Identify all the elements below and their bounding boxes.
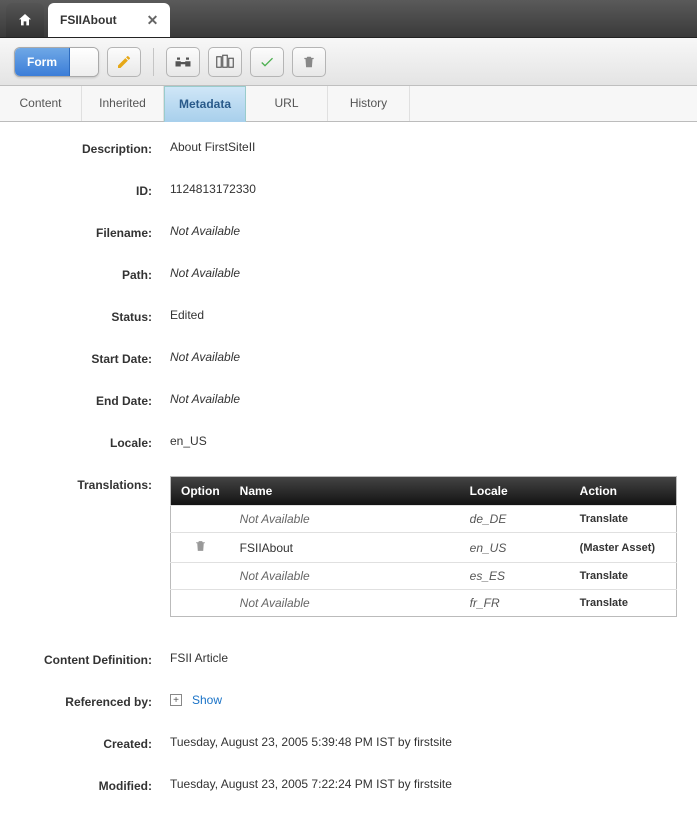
field-label: Locale: xyxy=(20,434,170,450)
field-label: Filename: xyxy=(20,224,170,240)
field-referenced-by: Referenced by: + Show xyxy=(20,693,677,709)
table-row: Not Availablees_ESTranslate xyxy=(171,563,677,590)
field-filename: Filename: Not Available xyxy=(20,224,677,240)
tab-inherited[interactable]: Inherited xyxy=(82,86,164,121)
field-label: End Date: xyxy=(20,392,170,408)
field-value: en_US xyxy=(170,434,677,448)
row-option xyxy=(171,506,230,533)
field-label: Modified: xyxy=(20,777,170,793)
inspect-button[interactable] xyxy=(166,47,200,77)
close-icon[interactable]: ✕ xyxy=(147,12,159,29)
toolbar: Form xyxy=(0,38,697,86)
col-action: Action xyxy=(570,477,677,506)
col-option: Option xyxy=(171,477,230,506)
field-value: FSII Article xyxy=(170,651,677,665)
field-value: Not Available xyxy=(170,224,677,238)
row-action[interactable]: Translate xyxy=(570,563,677,590)
row-action[interactable]: Translate xyxy=(570,506,677,533)
row-name: Not Available xyxy=(230,563,460,590)
field-label: Path: xyxy=(20,266,170,282)
tab-history[interactable]: History xyxy=(328,86,410,121)
edit-button[interactable] xyxy=(107,47,141,77)
row-option[interactable] xyxy=(171,533,230,563)
form-toggle-label: Form xyxy=(15,48,70,76)
field-value: Not Available xyxy=(170,392,677,406)
approve-button[interactable] xyxy=(250,47,284,77)
row-locale: de_DE xyxy=(460,506,570,533)
field-label: Status: xyxy=(20,308,170,324)
field-value: Not Available xyxy=(170,350,677,364)
col-name: Name xyxy=(230,477,460,506)
pencil-icon xyxy=(116,54,132,70)
table-header-row: Option Name Locale Action xyxy=(171,477,677,506)
field-id: ID: 1124813172330 xyxy=(20,182,677,198)
check-icon xyxy=(258,54,276,70)
field-label: Created: xyxy=(20,735,170,751)
row-option xyxy=(171,563,230,590)
tab-metadata[interactable]: Metadata xyxy=(164,86,246,122)
trash-icon xyxy=(302,54,316,70)
page-tab-title: FSIIAbout xyxy=(60,13,117,27)
table-row: FSIIAbouten_US(Master Asset) xyxy=(171,533,677,563)
devices-icon xyxy=(216,54,234,70)
home-tab[interactable] xyxy=(6,3,44,37)
field-label: Referenced by: xyxy=(20,693,170,709)
expand-icon[interactable]: + xyxy=(170,694,182,706)
row-locale: es_ES xyxy=(460,563,570,590)
field-label: Description: xyxy=(20,140,170,156)
field-value: + Show xyxy=(170,693,677,707)
field-value: Edited xyxy=(170,308,677,322)
row-option xyxy=(171,590,230,617)
field-translations: Translations: Option Name Locale Action … xyxy=(20,476,677,617)
show-link[interactable]: Show xyxy=(192,693,222,707)
row-locale: en_US xyxy=(460,533,570,563)
field-label: Translations: xyxy=(20,476,170,492)
page-tab[interactable]: FSIIAbout ✕ xyxy=(48,3,170,37)
table-row: Not Availablede_DETranslate xyxy=(171,506,677,533)
row-action: (Master Asset) xyxy=(570,533,677,563)
preview-button[interactable] xyxy=(208,47,242,77)
field-value: About FirstSiteII xyxy=(170,140,677,154)
binoculars-icon xyxy=(174,54,192,70)
field-status: Status: Edited xyxy=(20,308,677,324)
row-name: FSIIAbout xyxy=(230,533,460,563)
field-end-date: End Date: Not Available xyxy=(20,392,677,408)
row-locale: fr_FR xyxy=(460,590,570,617)
field-content-definition: Content Definition: FSII Article xyxy=(20,651,677,667)
row-action[interactable]: Translate xyxy=(570,590,677,617)
field-created: Created: Tuesday, August 23, 2005 5:39:4… xyxy=(20,735,677,751)
field-label: ID: xyxy=(20,182,170,198)
field-start-date: Start Date: Not Available xyxy=(20,350,677,366)
delete-button[interactable] xyxy=(292,47,326,77)
metadata-panel: Description: About FirstSiteII ID: 11248… xyxy=(0,122,697,819)
tab-url[interactable]: URL xyxy=(246,86,328,121)
field-value: Tuesday, August 23, 2005 7:22:24 PM IST … xyxy=(170,777,677,791)
toggle-knob xyxy=(70,48,98,76)
field-value: Tuesday, August 23, 2005 5:39:48 PM IST … xyxy=(170,735,677,749)
field-path: Path: Not Available xyxy=(20,266,677,282)
field-description: Description: About FirstSiteII xyxy=(20,140,677,156)
home-icon xyxy=(17,12,33,28)
translations-table: Option Name Locale Action Not Availabled… xyxy=(170,476,677,617)
col-locale: Locale xyxy=(460,477,570,506)
field-label: Content Definition: xyxy=(20,651,170,667)
content-tabs: Content Inherited Metadata URL History xyxy=(0,86,697,122)
table-row: Not Availablefr_FRTranslate xyxy=(171,590,677,617)
row-name: Not Available xyxy=(230,590,460,617)
field-modified: Modified: Tuesday, August 23, 2005 7:22:… xyxy=(20,777,677,793)
field-value: Not Available xyxy=(170,266,677,280)
field-label: Start Date: xyxy=(20,350,170,366)
window-tabbar: FSIIAbout ✕ xyxy=(0,0,697,38)
tab-content[interactable]: Content xyxy=(0,86,82,121)
form-view-toggle[interactable]: Form xyxy=(14,47,99,77)
field-value: 1124813172330 xyxy=(170,182,677,196)
row-name: Not Available xyxy=(230,506,460,533)
translations-container: Option Name Locale Action Not Availabled… xyxy=(170,476,677,617)
trash-icon xyxy=(194,539,207,553)
field-locale: Locale: en_US xyxy=(20,434,677,450)
toolbar-separator xyxy=(153,48,154,76)
